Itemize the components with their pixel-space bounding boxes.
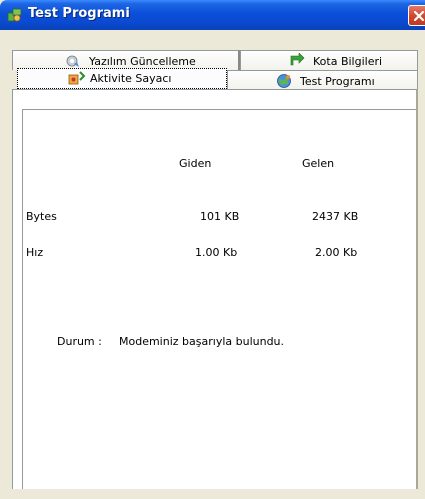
- speed-received-value: 2.00 Kb: [315, 246, 358, 259]
- column-header-received: Gelen: [302, 157, 335, 170]
- speed-sent-value: 1.00 Kb: [195, 246, 238, 259]
- tab-test-programi[interactable]: Test Programı: [227, 70, 418, 90]
- column-header-sent: Giden: [179, 157, 212, 170]
- tab-yazilim-guncelleme[interactable]: Yazılım Güncelleme: [12, 50, 240, 70]
- tab-label: Test Programı: [300, 75, 375, 88]
- app-window: Test Programi Yazılım Güncelleme Kota Bi…: [0, 0, 425, 499]
- green-arrow-icon: [289, 52, 305, 69]
- status-message: Modeminiz başarıyla bulundu.: [119, 335, 285, 348]
- window-bottom-frame: [0, 489, 425, 499]
- globe-icon: [276, 73, 292, 89]
- bytes-received-value: 2437 KB: [312, 210, 359, 223]
- app-icon: [7, 7, 23, 23]
- row-label-bytes: Bytes: [26, 210, 57, 223]
- software-update-icon: [65, 53, 81, 69]
- tab-label: Kota Bilgileri: [313, 55, 383, 68]
- title-bar[interactable]: Test Programi: [0, 0, 425, 30]
- row-label-speed: Hız: [26, 246, 44, 259]
- close-button[interactable]: [408, 5, 425, 26]
- tab-content-panel: Giden Gelen Bytes 101 KB 2437 KB Hız 1.0…: [12, 89, 418, 490]
- stats-area: Giden Gelen Bytes 101 KB 2437 KB Hız 1.0…: [22, 109, 416, 489]
- window-title: Test Programi: [28, 6, 130, 21]
- tab-aktivite-sayaci[interactable]: Aktivite Sayacı: [17, 68, 227, 89]
- tab-label: Aktivite Sayacı: [90, 72, 172, 85]
- close-icon: [413, 10, 425, 22]
- activity-counter-icon: [68, 70, 86, 86]
- tab-label: Yazılım Güncelleme: [89, 55, 196, 68]
- bytes-sent-value: 101 KB: [200, 210, 240, 223]
- status-label: Durum :: [57, 335, 102, 348]
- tab-kota-bilgileri[interactable]: Kota Bilgileri: [240, 50, 418, 70]
